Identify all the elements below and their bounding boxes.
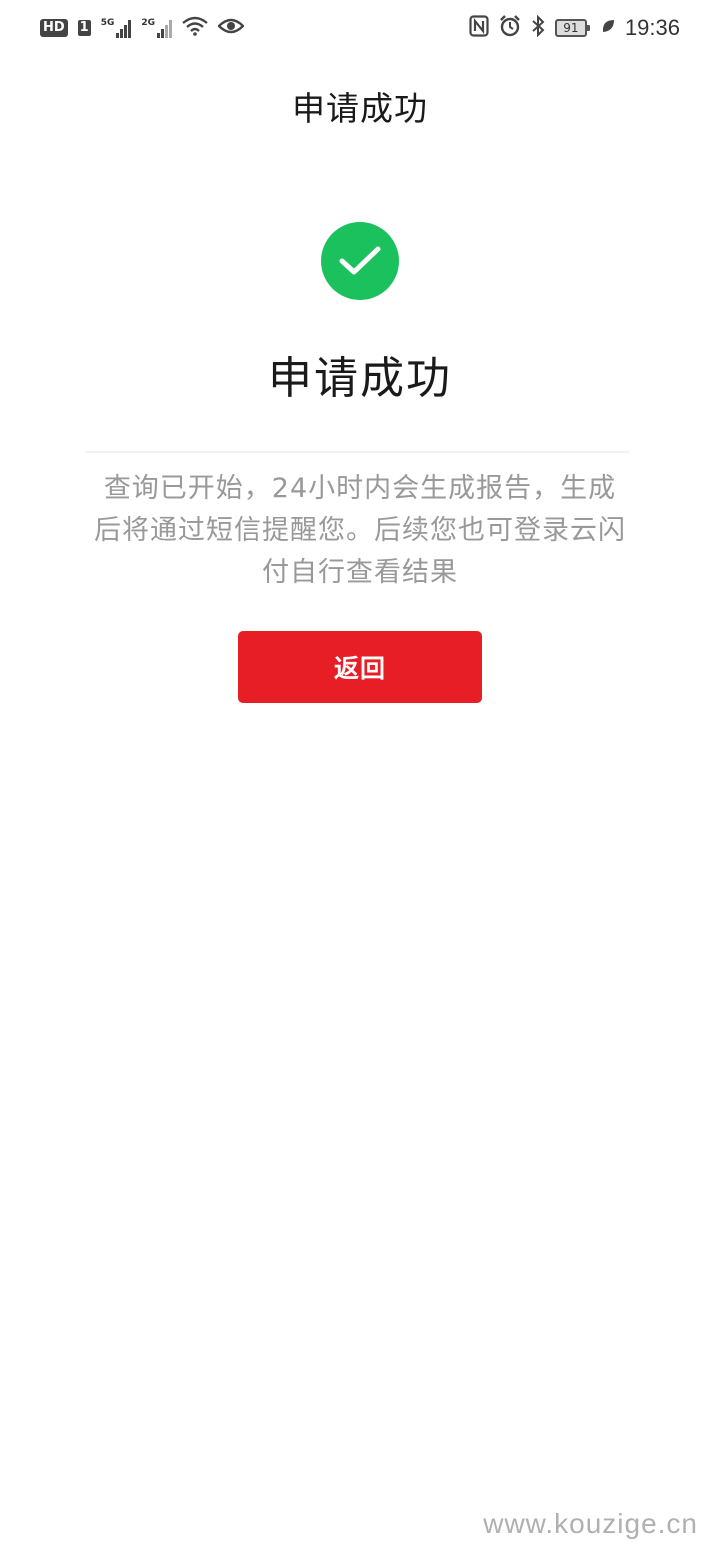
wifi-icon — [182, 16, 208, 40]
network-2g-label: 2G — [141, 18, 156, 28]
battery-icon: 91 — [554, 19, 590, 37]
leaf-icon — [601, 18, 615, 38]
signal-2g-icon: 2G — [141, 18, 173, 38]
hd-badge: HD — [40, 19, 68, 37]
status-bar: HD 1 5G 2G 91 19:36 — [0, 0, 720, 56]
watermark: www.kouzige.cn — [483, 1508, 698, 1539]
status-time: 19:36 — [624, 15, 680, 40]
eye-icon — [217, 17, 245, 39]
status-bar-left: HD 1 5G 2G — [40, 16, 245, 40]
result-description: 查询已开始，24小时内会生成报告，生成后将通过短信提醒您。后续您也可登录云闪付自… — [94, 473, 626, 588]
sim-badge: 1 — [77, 20, 91, 36]
divider — [85, 451, 630, 453]
success-title: 申请成功 — [268, 353, 452, 404]
page-title: 申请成功 — [292, 89, 428, 128]
back-button[interactable]: 返回 — [238, 631, 482, 703]
alarm-icon — [499, 15, 521, 41]
status-bar-right: 91 19:36 — [469, 14, 680, 41]
bluetooth-icon — [531, 14, 545, 41]
signal-5g-icon: 5G — [101, 18, 132, 38]
check-circle-icon — [321, 222, 399, 300]
network-5g-label: 5G — [100, 18, 115, 28]
page: HD 1 5G 2G 91 19:36 申请成功 申请成功 查询已开始，24小时… — [0, 0, 720, 1560]
nfc-icon — [469, 15, 489, 41]
